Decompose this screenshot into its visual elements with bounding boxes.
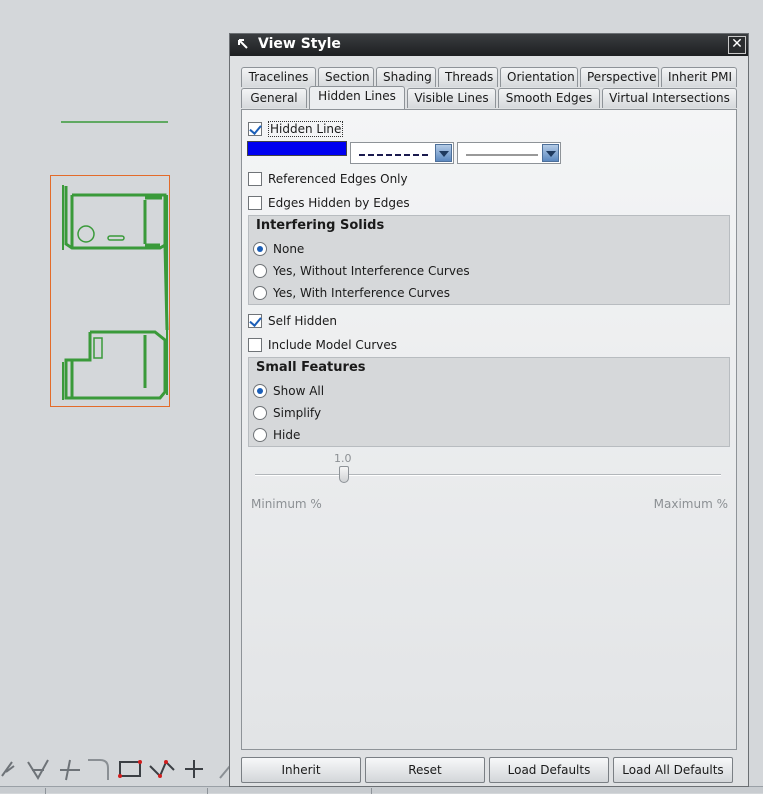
solid-line-preview bbox=[466, 154, 538, 156]
radio-without-curves[interactable]: Yes, Without Interference Curves bbox=[253, 262, 470, 280]
hidden-line-color-swatch[interactable] bbox=[247, 141, 347, 156]
slider-value: 1.0 bbox=[334, 452, 352, 465]
tab-general[interactable]: General bbox=[241, 88, 307, 108]
status-segment bbox=[207, 788, 208, 794]
radio-button[interactable] bbox=[253, 406, 267, 420]
referenced-edges-checkbox[interactable] bbox=[248, 172, 262, 186]
referenced-edges-row[interactable]: Referenced Edges Only bbox=[248, 170, 408, 188]
radio-label: Yes, With Interference Curves bbox=[273, 286, 450, 300]
group-title: Interfering Solids bbox=[256, 218, 385, 233]
small-features-group: Small Features Show All Simplify Hide bbox=[248, 357, 730, 447]
hidden-lines-page: Hidden Line Referenced Edges Only Edges … bbox=[241, 109, 737, 750]
radio-show-all[interactable]: Show All bbox=[253, 382, 324, 400]
view-style-dialog: View Style ✕ Tracelines Section Shading … bbox=[229, 33, 749, 787]
status-segment bbox=[45, 788, 46, 794]
drawing-features bbox=[77, 225, 125, 359]
hidden-line-row[interactable]: Hidden Line bbox=[248, 120, 344, 138]
sketch-toolbar bbox=[1, 759, 231, 781]
tab-tracelines[interactable]: Tracelines bbox=[241, 67, 316, 87]
drawing-view-geometry bbox=[62, 185, 169, 400]
radio-none[interactable]: None bbox=[253, 240, 304, 258]
edges-hidden-checkbox[interactable] bbox=[248, 196, 262, 210]
load-all-defaults-button[interactable]: Load All Defaults bbox=[613, 757, 733, 783]
group-title: Small Features bbox=[256, 360, 366, 375]
tab-virtual-intersections[interactable]: Virtual Intersections bbox=[602, 88, 737, 108]
drawing-canvas[interactable] bbox=[0, 0, 230, 750]
radio-with-curves[interactable]: Yes, With Interference Curves bbox=[253, 284, 450, 302]
slider-min-label: Minimum % bbox=[251, 497, 322, 511]
tab-shading[interactable]: Shading bbox=[376, 67, 436, 87]
dialog-titlebar[interactable]: View Style ✕ bbox=[230, 34, 748, 56]
radio-hide[interactable]: Hide bbox=[253, 426, 300, 444]
tab-threads[interactable]: Threads bbox=[438, 67, 498, 87]
include-model-curves-row[interactable]: Include Model Curves bbox=[248, 336, 397, 354]
include-model-curves-checkbox[interactable] bbox=[248, 338, 262, 352]
hidden-line-label: Hidden Line bbox=[268, 121, 344, 137]
hidden-line-checkbox[interactable] bbox=[248, 122, 262, 136]
radio-button[interactable] bbox=[253, 242, 267, 256]
tab-orientation[interactable]: Orientation bbox=[500, 67, 578, 87]
point-icon[interactable] bbox=[185, 760, 203, 778]
angle-icon[interactable] bbox=[27, 759, 49, 780]
close-button[interactable]: ✕ bbox=[728, 36, 746, 54]
self-hidden-label: Self Hidden bbox=[268, 314, 337, 328]
close-icon: ✕ bbox=[731, 36, 743, 52]
slider-track[interactable] bbox=[255, 474, 721, 476]
status-segment bbox=[371, 788, 372, 794]
slider-thumb[interactable] bbox=[339, 466, 349, 483]
status-bar bbox=[0, 786, 763, 794]
include-model-curves-label: Include Model Curves bbox=[268, 338, 397, 352]
tab-visible-lines[interactable]: Visible Lines bbox=[407, 88, 496, 108]
tab-hidden-lines[interactable]: Hidden Lines bbox=[309, 86, 405, 109]
referenced-edges-label: Referenced Edges Only bbox=[268, 172, 408, 186]
load-defaults-button[interactable]: Load Defaults bbox=[489, 757, 609, 783]
chevron-down-icon[interactable] bbox=[435, 144, 452, 162]
radio-label: Simplify bbox=[273, 406, 322, 420]
reset-button[interactable]: Reset bbox=[365, 757, 485, 783]
edges-hidden-label: Edges Hidden by Edges bbox=[268, 196, 410, 210]
radio-button[interactable] bbox=[253, 264, 267, 278]
radio-button[interactable] bbox=[253, 286, 267, 300]
radio-label: Show All bbox=[273, 384, 325, 398]
radio-label: Hide bbox=[273, 428, 301, 442]
tab-inherit-pmi[interactable]: Inherit PMI bbox=[661, 67, 737, 87]
fillet-icon[interactable] bbox=[88, 759, 109, 780]
chevron-down-icon[interactable] bbox=[542, 144, 559, 162]
interfering-solids-group: Interfering Solids None Yes, Without Int… bbox=[248, 215, 730, 305]
self-hidden-row[interactable]: Self Hidden bbox=[248, 312, 337, 330]
polyline-icon[interactable] bbox=[149, 760, 175, 778]
line-width-combo[interactable] bbox=[457, 142, 561, 164]
drawing-view-border[interactable] bbox=[50, 175, 170, 407]
radio-label: Yes, Without Interference Curves bbox=[273, 264, 470, 278]
line-font-combo[interactable] bbox=[350, 142, 454, 164]
slider-max-label: Maximum % bbox=[653, 497, 728, 511]
trim-icon[interactable] bbox=[60, 759, 80, 781]
pin-icon[interactable] bbox=[236, 37, 252, 53]
tab-smooth-edges[interactable]: Smooth Edges bbox=[498, 88, 600, 108]
edges-hidden-row[interactable]: Edges Hidden by Edges bbox=[248, 194, 410, 212]
dashed-line-preview bbox=[359, 154, 431, 156]
pen-icon[interactable] bbox=[1, 761, 15, 777]
self-hidden-checkbox[interactable] bbox=[248, 314, 262, 328]
radio-simplify[interactable]: Simplify bbox=[253, 404, 321, 422]
dialog-title: View Style bbox=[258, 36, 341, 52]
inherit-button[interactable]: Inherit bbox=[241, 757, 361, 783]
tab-section[interactable]: Section bbox=[318, 67, 374, 87]
tab-perspective[interactable]: Perspective bbox=[580, 67, 659, 87]
rectangle-icon[interactable] bbox=[118, 760, 142, 778]
radio-button[interactable] bbox=[253, 384, 267, 398]
radio-label: None bbox=[273, 242, 305, 256]
radio-button[interactable] bbox=[253, 428, 267, 442]
